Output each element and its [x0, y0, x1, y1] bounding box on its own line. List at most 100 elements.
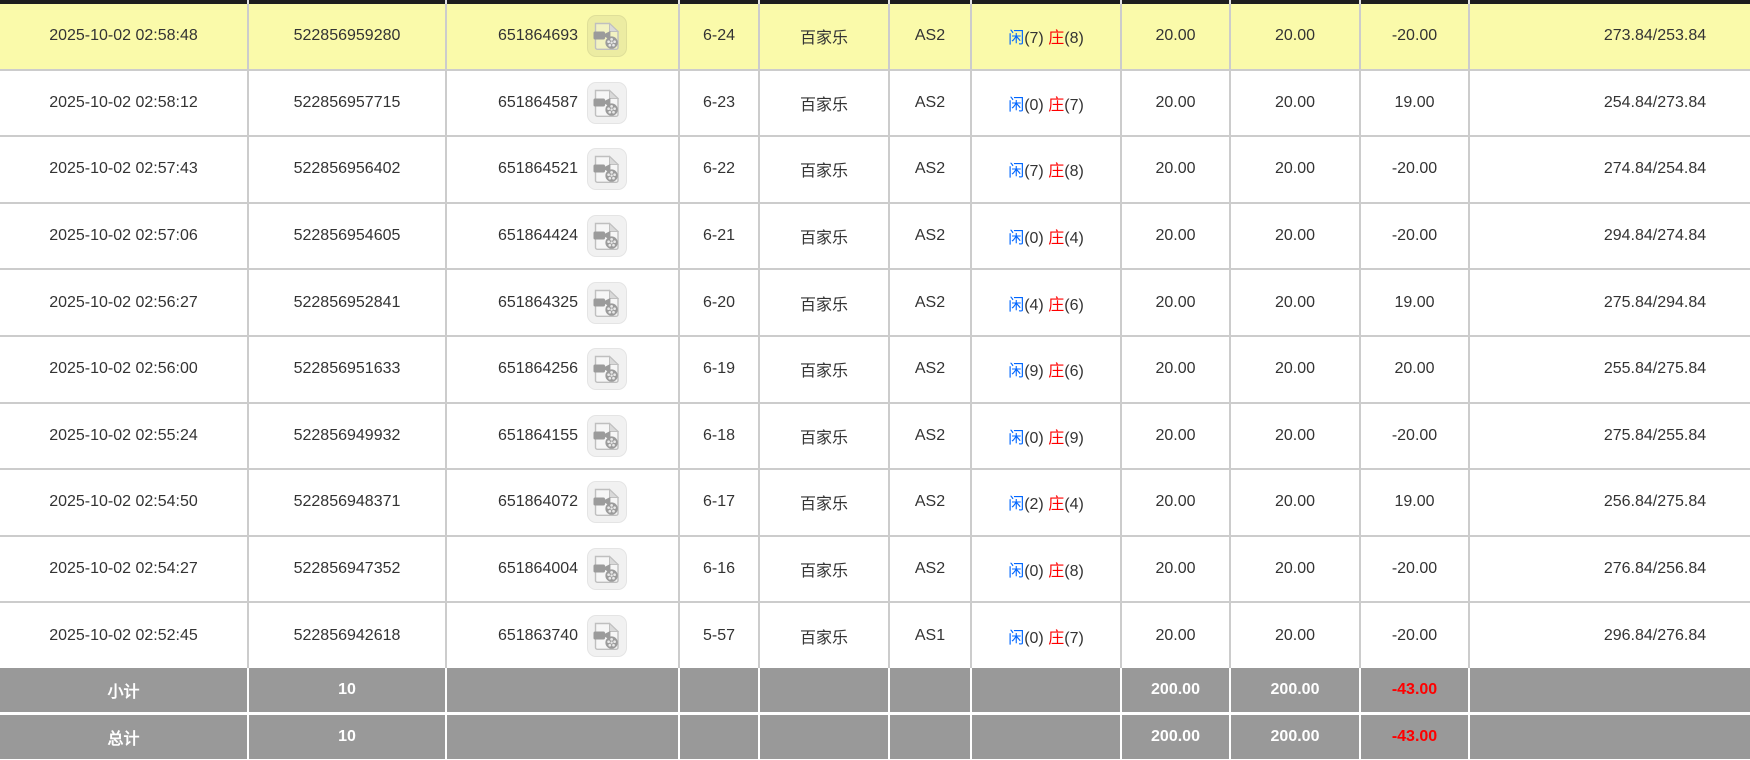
video-replay-button[interactable]: [587, 82, 627, 124]
round-cell: 6-23: [679, 70, 759, 137]
result-cell: 闲(0) 庄(9): [971, 403, 1121, 470]
summary-empty-cell: [446, 668, 679, 714]
bet-time-cell: 2025-10-02 02:58:12: [0, 70, 248, 137]
game-id-text: 651864004: [498, 560, 578, 578]
round-cell: 6-22: [679, 136, 759, 203]
summary-label-cell: 总计: [0, 713, 248, 759]
order-id-cell: 522856949932: [248, 403, 446, 470]
result-banker-score: (4): [1064, 496, 1084, 513]
game-type-cell: 百家乐: [759, 203, 889, 270]
video-file-icon-glyph: [593, 21, 621, 51]
bet-amount-cell: 20.00: [1121, 403, 1230, 470]
win-loss-cell: -20.00: [1360, 136, 1469, 203]
game-type-cell: 百家乐: [759, 4, 889, 70]
round-cell: 6-18: [679, 403, 759, 470]
valid-bet-cell: 20.00: [1230, 203, 1360, 270]
result-player-label: 闲: [1008, 163, 1024, 180]
result-banker-score: (6): [1064, 363, 1084, 380]
bet-time-cell: 2025-10-02 02:58:48: [0, 4, 248, 70]
table-row[interactable]: 2025-10-02 02:57:06522856954605651864424…: [0, 203, 1750, 270]
summary-valid-cell: 200.00: [1230, 668, 1360, 714]
bet-amount-cell: 20.00: [1121, 4, 1230, 70]
table-row[interactable]: 2025-10-02 02:54:50522856948371651864072…: [0, 469, 1750, 536]
table-row[interactable]: 2025-10-02 02:58:12522856957715651864587…: [0, 70, 1750, 137]
summary-empty-cell: [679, 668, 759, 714]
result-banker-label: 庄: [1048, 230, 1064, 247]
win-loss-cell: -20.00: [1360, 4, 1469, 70]
video-file-icon-glyph: [593, 554, 621, 584]
result-player-label: 闲: [1008, 430, 1024, 447]
result-player-score: (2): [1024, 496, 1044, 513]
video-replay-button[interactable]: [587, 481, 627, 523]
table-name-cell: AS2: [889, 4, 971, 70]
table-row[interactable]: 2025-10-02 02:56:00522856951633651864256…: [0, 336, 1750, 403]
video-replay-button[interactable]: [587, 15, 627, 57]
game-id-cell: 651864521: [446, 136, 679, 203]
bet-amount-cell: 20.00: [1121, 70, 1230, 137]
win-loss-cell: -20.00: [1360, 602, 1469, 668]
table-row[interactable]: 2025-10-02 02:57:43522856956402651864521…: [0, 136, 1750, 203]
game-type-cell: 百家乐: [759, 403, 889, 470]
table-row[interactable]: 2025-10-02 02:55:24522856949932 651864155…: [0, 403, 1750, 470]
video-replay-button[interactable]: [587, 282, 627, 324]
summary-empty-cell: [446, 713, 679, 759]
video-replay-button[interactable]: [587, 215, 627, 257]
balance-cell: 274.84/254.84: [1469, 136, 1750, 203]
balance-cell: 276.84/256.84: [1469, 536, 1750, 603]
grandtotal-row: 总计10200.00200.00-43.00: [0, 713, 1750, 759]
result-cell: 闲(0) 庄(4): [971, 203, 1121, 270]
video-replay-button[interactable]: [587, 615, 627, 657]
round-cell: 6-19: [679, 336, 759, 403]
order-id-cell: 522856948371: [248, 469, 446, 536]
valid-bet-cell: 20.00: [1230, 4, 1360, 70]
result-player-label: 闲: [1008, 363, 1024, 380]
result-player-label: 闲: [1008, 97, 1024, 114]
video-replay-button[interactable]: [587, 548, 627, 590]
video-replay-button[interactable]: [587, 415, 627, 457]
bet-amount-cell: 20.00: [1121, 269, 1230, 336]
result-banker-label: 庄: [1048, 563, 1064, 580]
table-name-cell: AS2: [889, 136, 971, 203]
summary-label-cell: 小计: [0, 668, 248, 714]
result-player-score: (4): [1024, 297, 1044, 314]
summary-valid-cell: 200.00: [1230, 713, 1360, 759]
table-name-cell: AS2: [889, 403, 971, 470]
video-file-icon-glyph: [593, 154, 621, 184]
win-loss-cell: 19.00: [1360, 70, 1469, 137]
balance-cell: 254.84/273.84: [1469, 70, 1750, 137]
bet-records-table: 2025-10-02 02:58:48522856959280651864693…: [0, 0, 1750, 759]
game-id-cell: 651864004: [446, 536, 679, 603]
result-player-score: (9): [1024, 363, 1044, 380]
table-row[interactable]: 2025-10-02 02:54:27522856947352651864004…: [0, 536, 1750, 603]
balance-cell: 275.84/294.84: [1469, 269, 1750, 336]
order-id-cell: 522856942618: [248, 602, 446, 668]
balance-cell: 256.84/275.84: [1469, 469, 1750, 536]
result-banker-score: (7): [1064, 97, 1084, 114]
table-name-cell: AS2: [889, 536, 971, 603]
game-type-cell: 百家乐: [759, 469, 889, 536]
bet-time-cell: 2025-10-02 02:55:24: [0, 403, 248, 470]
result-banker-score: (8): [1064, 30, 1084, 47]
bet-amount-cell: 20.00: [1121, 602, 1230, 668]
video-file-icon-glyph: [593, 487, 621, 517]
game-id-cell: 651863740: [446, 602, 679, 668]
game-id-cell: 651864256: [446, 336, 679, 403]
result-player-score: (0): [1024, 630, 1044, 647]
video-replay-button[interactable]: [587, 148, 627, 190]
video-file-icon-glyph: [593, 288, 621, 318]
video-replay-button[interactable]: [587, 348, 627, 390]
result-banker-label: 庄: [1048, 430, 1064, 447]
valid-bet-cell: 20.00: [1230, 269, 1360, 336]
round-cell: 6-21: [679, 203, 759, 270]
summary-count-cell: 10: [248, 668, 446, 714]
table-row[interactable]: 2025-10-02 02:58:48522856959280651864693…: [0, 4, 1750, 70]
summary-bet-cell: 200.00: [1121, 713, 1230, 759]
table-row[interactable]: 2025-10-02 02:52:45522856942618651863740…: [0, 602, 1750, 668]
table-row[interactable]: 2025-10-02 02:56:27522856952841651864325…: [0, 269, 1750, 336]
result-cell: 闲(0) 庄(7): [971, 70, 1121, 137]
summary-empty-cell: [679, 713, 759, 759]
round-cell: 6-16: [679, 536, 759, 603]
game-id-text: 651864155: [498, 427, 578, 445]
game-id-text: 651864693: [498, 27, 578, 45]
valid-bet-cell: 20.00: [1230, 536, 1360, 603]
